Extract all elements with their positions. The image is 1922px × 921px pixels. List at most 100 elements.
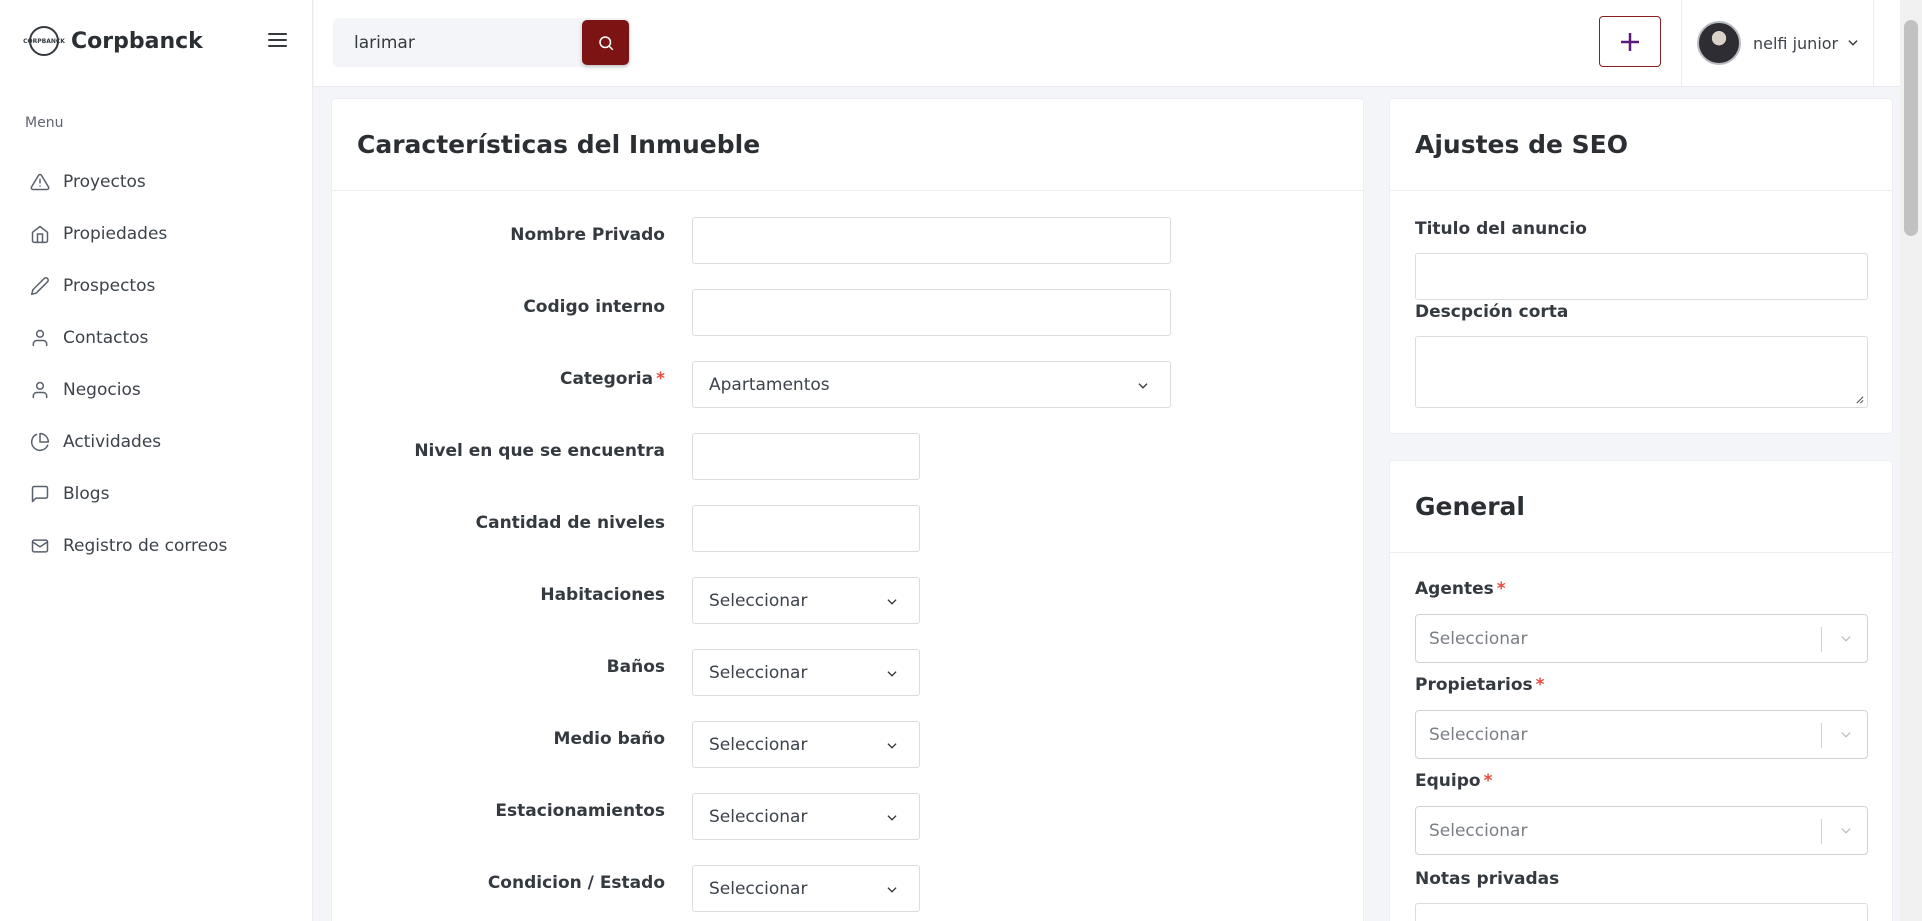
user-icon bbox=[32, 381, 48, 399]
card-title: Características del Inmueble bbox=[357, 130, 761, 159]
notas-privadas-textarea[interactable] bbox=[1415, 903, 1868, 921]
field-label: Nombre Privado bbox=[510, 225, 665, 245]
add-button[interactable] bbox=[1599, 16, 1661, 67]
agentes-label-text: Agentes bbox=[1415, 579, 1494, 599]
form-row-condicion: Condicion / Estado Seleccionar bbox=[332, 865, 1365, 913]
chevron-down-icon bbox=[1841, 636, 1851, 642]
field-label: Cantidad de niveles bbox=[475, 513, 665, 533]
propietarios-label: Propietarios * bbox=[1415, 675, 1545, 695]
descripcion-corta-textarea[interactable] bbox=[1415, 336, 1868, 408]
search-button[interactable] bbox=[582, 20, 629, 65]
chevron-down-icon bbox=[1841, 732, 1851, 738]
form-row-nombre-privado: Nombre Privado bbox=[332, 217, 1365, 265]
sidebar-item-prospectos[interactable]: Prospectos bbox=[0, 260, 313, 312]
home-icon bbox=[31, 225, 49, 244]
form-row-banos: Baños Seleccionar bbox=[332, 649, 1365, 697]
select-value: Seleccionar bbox=[709, 879, 808, 899]
nombre-privado-input[interactable] bbox=[692, 217, 1171, 264]
sidebar-item-blogs[interactable]: Blogs bbox=[0, 468, 313, 520]
propietarios-select[interactable]: Seleccionar bbox=[1415, 710, 1868, 759]
sidebar-item-propiedades[interactable]: Propiedades bbox=[0, 208, 313, 260]
chevron-down-icon bbox=[887, 743, 897, 749]
select-value: Seleccionar bbox=[709, 591, 808, 611]
condicion-select[interactable]: Seleccionar bbox=[692, 865, 920, 912]
titulo-label: Titulo del anuncio bbox=[1415, 219, 1587, 239]
nivel-input[interactable] bbox=[692, 433, 920, 480]
page-scrollbar[interactable] bbox=[1900, 0, 1922, 921]
sidebar: CORPBANCK Corpbanck Menu Proyectos Propi… bbox=[0, 0, 313, 921]
field-label: Baños bbox=[606, 657, 665, 677]
required-mark: * bbox=[1496, 579, 1506, 599]
brand[interactable]: CORPBANCK Corpbanck bbox=[23, 26, 203, 56]
select-placeholder: Seleccionar bbox=[1429, 629, 1528, 649]
search-box bbox=[333, 18, 630, 67]
field-label: Nivel en que se encuentra bbox=[414, 441, 665, 461]
brand-logo: CORPBANCK bbox=[23, 26, 65, 56]
scrollbar-thumb[interactable] bbox=[1904, 20, 1918, 236]
search-input[interactable] bbox=[333, 18, 563, 67]
select-value: Seleccionar bbox=[709, 663, 808, 683]
select-value: Seleccionar bbox=[709, 807, 808, 827]
chevron-down-icon bbox=[1138, 383, 1148, 389]
categoria-select[interactable]: Apartamentos bbox=[692, 361, 1171, 408]
resize-handle-icon[interactable] bbox=[1855, 395, 1864, 404]
field-label: Estacionamientos bbox=[495, 801, 665, 821]
sidebar-item-registro-correos[interactable]: Registro de correos bbox=[0, 520, 313, 572]
form-row-codigo-interno: Codigo interno bbox=[332, 289, 1365, 337]
habitaciones-select[interactable]: Seleccionar bbox=[692, 577, 920, 624]
sidebar-item-label: Actividades bbox=[63, 432, 162, 452]
chevron-down-icon bbox=[887, 887, 897, 893]
plus-icon bbox=[1621, 32, 1639, 51]
equipo-label-text: Equipo bbox=[1415, 771, 1481, 791]
estacionamientos-select[interactable]: Seleccionar bbox=[692, 793, 920, 840]
sidebar-item-label: Prospectos bbox=[63, 276, 156, 296]
form-row-categoria: Categoria * Apartamentos bbox=[332, 361, 1365, 409]
user-menu[interactable]: nelfi junior bbox=[1681, 0, 1874, 86]
topbar: nelfi junior bbox=[314, 0, 1900, 87]
agentes-label: Agentes * bbox=[1415, 579, 1506, 599]
message-square-icon bbox=[31, 485, 49, 503]
mail-icon bbox=[31, 539, 49, 553]
card-header: Ajustes de SEO bbox=[1390, 99, 1892, 191]
sidebar-item-negocios[interactable]: Negocios bbox=[0, 364, 313, 416]
card-header: General bbox=[1390, 461, 1892, 553]
cantidad-niveles-input[interactable] bbox=[692, 505, 920, 552]
titulo-anuncio-input[interactable] bbox=[1415, 253, 1868, 300]
field-label: Categoria * bbox=[560, 369, 665, 389]
search-icon bbox=[598, 35, 613, 50]
codigo-interno-input[interactable] bbox=[692, 289, 1171, 336]
form-row-habitaciones: Habitaciones Seleccionar bbox=[332, 577, 1365, 625]
menu-title: Menu bbox=[25, 115, 64, 131]
user-icon bbox=[32, 329, 48, 347]
hamburger-menu-icon[interactable] bbox=[268, 33, 287, 47]
sidebar-item-actividades[interactable]: Actividades bbox=[0, 416, 313, 468]
sidebar-item-contactos[interactable]: Contactos bbox=[0, 312, 313, 364]
required-mark: * bbox=[656, 369, 665, 389]
chevron-down-icon bbox=[887, 815, 897, 821]
sidebar-item-proyectos[interactable]: Proyectos bbox=[0, 156, 313, 208]
chevron-down-icon bbox=[1848, 40, 1858, 46]
propietarios-label-text: Propietarios bbox=[1415, 675, 1533, 695]
required-mark: * bbox=[1483, 771, 1493, 791]
banos-select[interactable]: Seleccionar bbox=[692, 649, 920, 696]
pie-chart-icon bbox=[30, 432, 50, 452]
select-placeholder: Seleccionar bbox=[1429, 725, 1528, 745]
form-row-nivel: Nivel en que se encuentra bbox=[332, 433, 1365, 481]
card-title: General bbox=[1415, 492, 1525, 521]
sidebar-item-label: Proyectos bbox=[63, 172, 146, 192]
warning-triangle-icon bbox=[30, 173, 50, 191]
field-label-text: Categoria bbox=[559, 369, 654, 389]
agentes-select[interactable]: Seleccionar bbox=[1415, 614, 1868, 663]
form-row-medio-bano: Medio baño Seleccionar bbox=[332, 721, 1365, 769]
property-features-card: Características del Inmueble Nombre Priv… bbox=[331, 98, 1364, 921]
select-separator bbox=[1821, 723, 1822, 748]
equipo-select[interactable]: Seleccionar bbox=[1415, 806, 1868, 855]
field-label: Condicion / Estado bbox=[487, 873, 665, 893]
select-separator bbox=[1821, 819, 1822, 844]
field-label: Codigo interno bbox=[523, 297, 665, 317]
sidebar-item-label: Propiedades bbox=[63, 224, 168, 244]
sidebar-item-label: Contactos bbox=[63, 328, 149, 348]
medio-bano-select[interactable]: Seleccionar bbox=[692, 721, 920, 768]
required-mark: * bbox=[1535, 675, 1545, 695]
select-separator bbox=[1821, 627, 1822, 652]
